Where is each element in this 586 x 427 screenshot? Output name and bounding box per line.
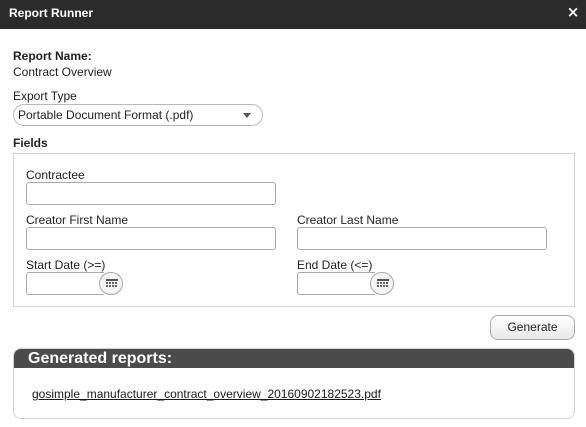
export-type-label: Export Type — [13, 89, 77, 103]
end-date-picker — [297, 272, 395, 295]
calendar-icon — [377, 279, 389, 287]
creator-last-name-label: Creator Last Name — [297, 213, 399, 227]
end-date-label: End Date (<=) — [297, 258, 373, 272]
fields-section-label: Fields — [13, 136, 48, 150]
generated-report-link[interactable]: gosimple_manufacturer_contract_overview_… — [32, 387, 381, 401]
export-type-select[interactable]: Portable Document Format (.pdf) — [13, 104, 263, 126]
calendar-icon — [106, 279, 118, 287]
close-icon[interactable]: × — [566, 4, 580, 20]
contractee-label: Contractee — [26, 168, 85, 182]
window-titlebar: Report Runner × — [0, 0, 586, 29]
report-name-value: Contract Overview — [13, 65, 112, 79]
creator-last-name-input[interactable] — [297, 227, 547, 250]
chevron-down-icon — [243, 113, 251, 118]
contractee-input[interactable] — [26, 182, 276, 205]
start-date-label: Start Date (>=) — [26, 258, 106, 272]
end-date-input[interactable] — [297, 272, 375, 295]
start-date-input[interactable] — [26, 272, 104, 295]
generate-button[interactable]: Generate — [490, 315, 575, 340]
end-date-calendar-button[interactable] — [370, 272, 394, 295]
creator-first-name-input[interactable] — [26, 227, 276, 250]
window-title: Report Runner — [9, 6, 93, 20]
generated-reports-header: Generated reports: — [14, 349, 574, 368]
fields-panel: Contractee Creator First Name Creator La… — [13, 153, 575, 307]
creator-first-name-label: Creator First Name — [26, 213, 129, 227]
report-name-label: Report Name: — [13, 49, 92, 63]
start-date-calendar-button[interactable] — [99, 272, 123, 295]
generated-reports-panel: Generated reports: gosimple_manufacturer… — [13, 348, 575, 419]
export-type-selected-value: Portable Document Format (.pdf) — [18, 108, 194, 122]
start-date-picker — [26, 272, 124, 295]
